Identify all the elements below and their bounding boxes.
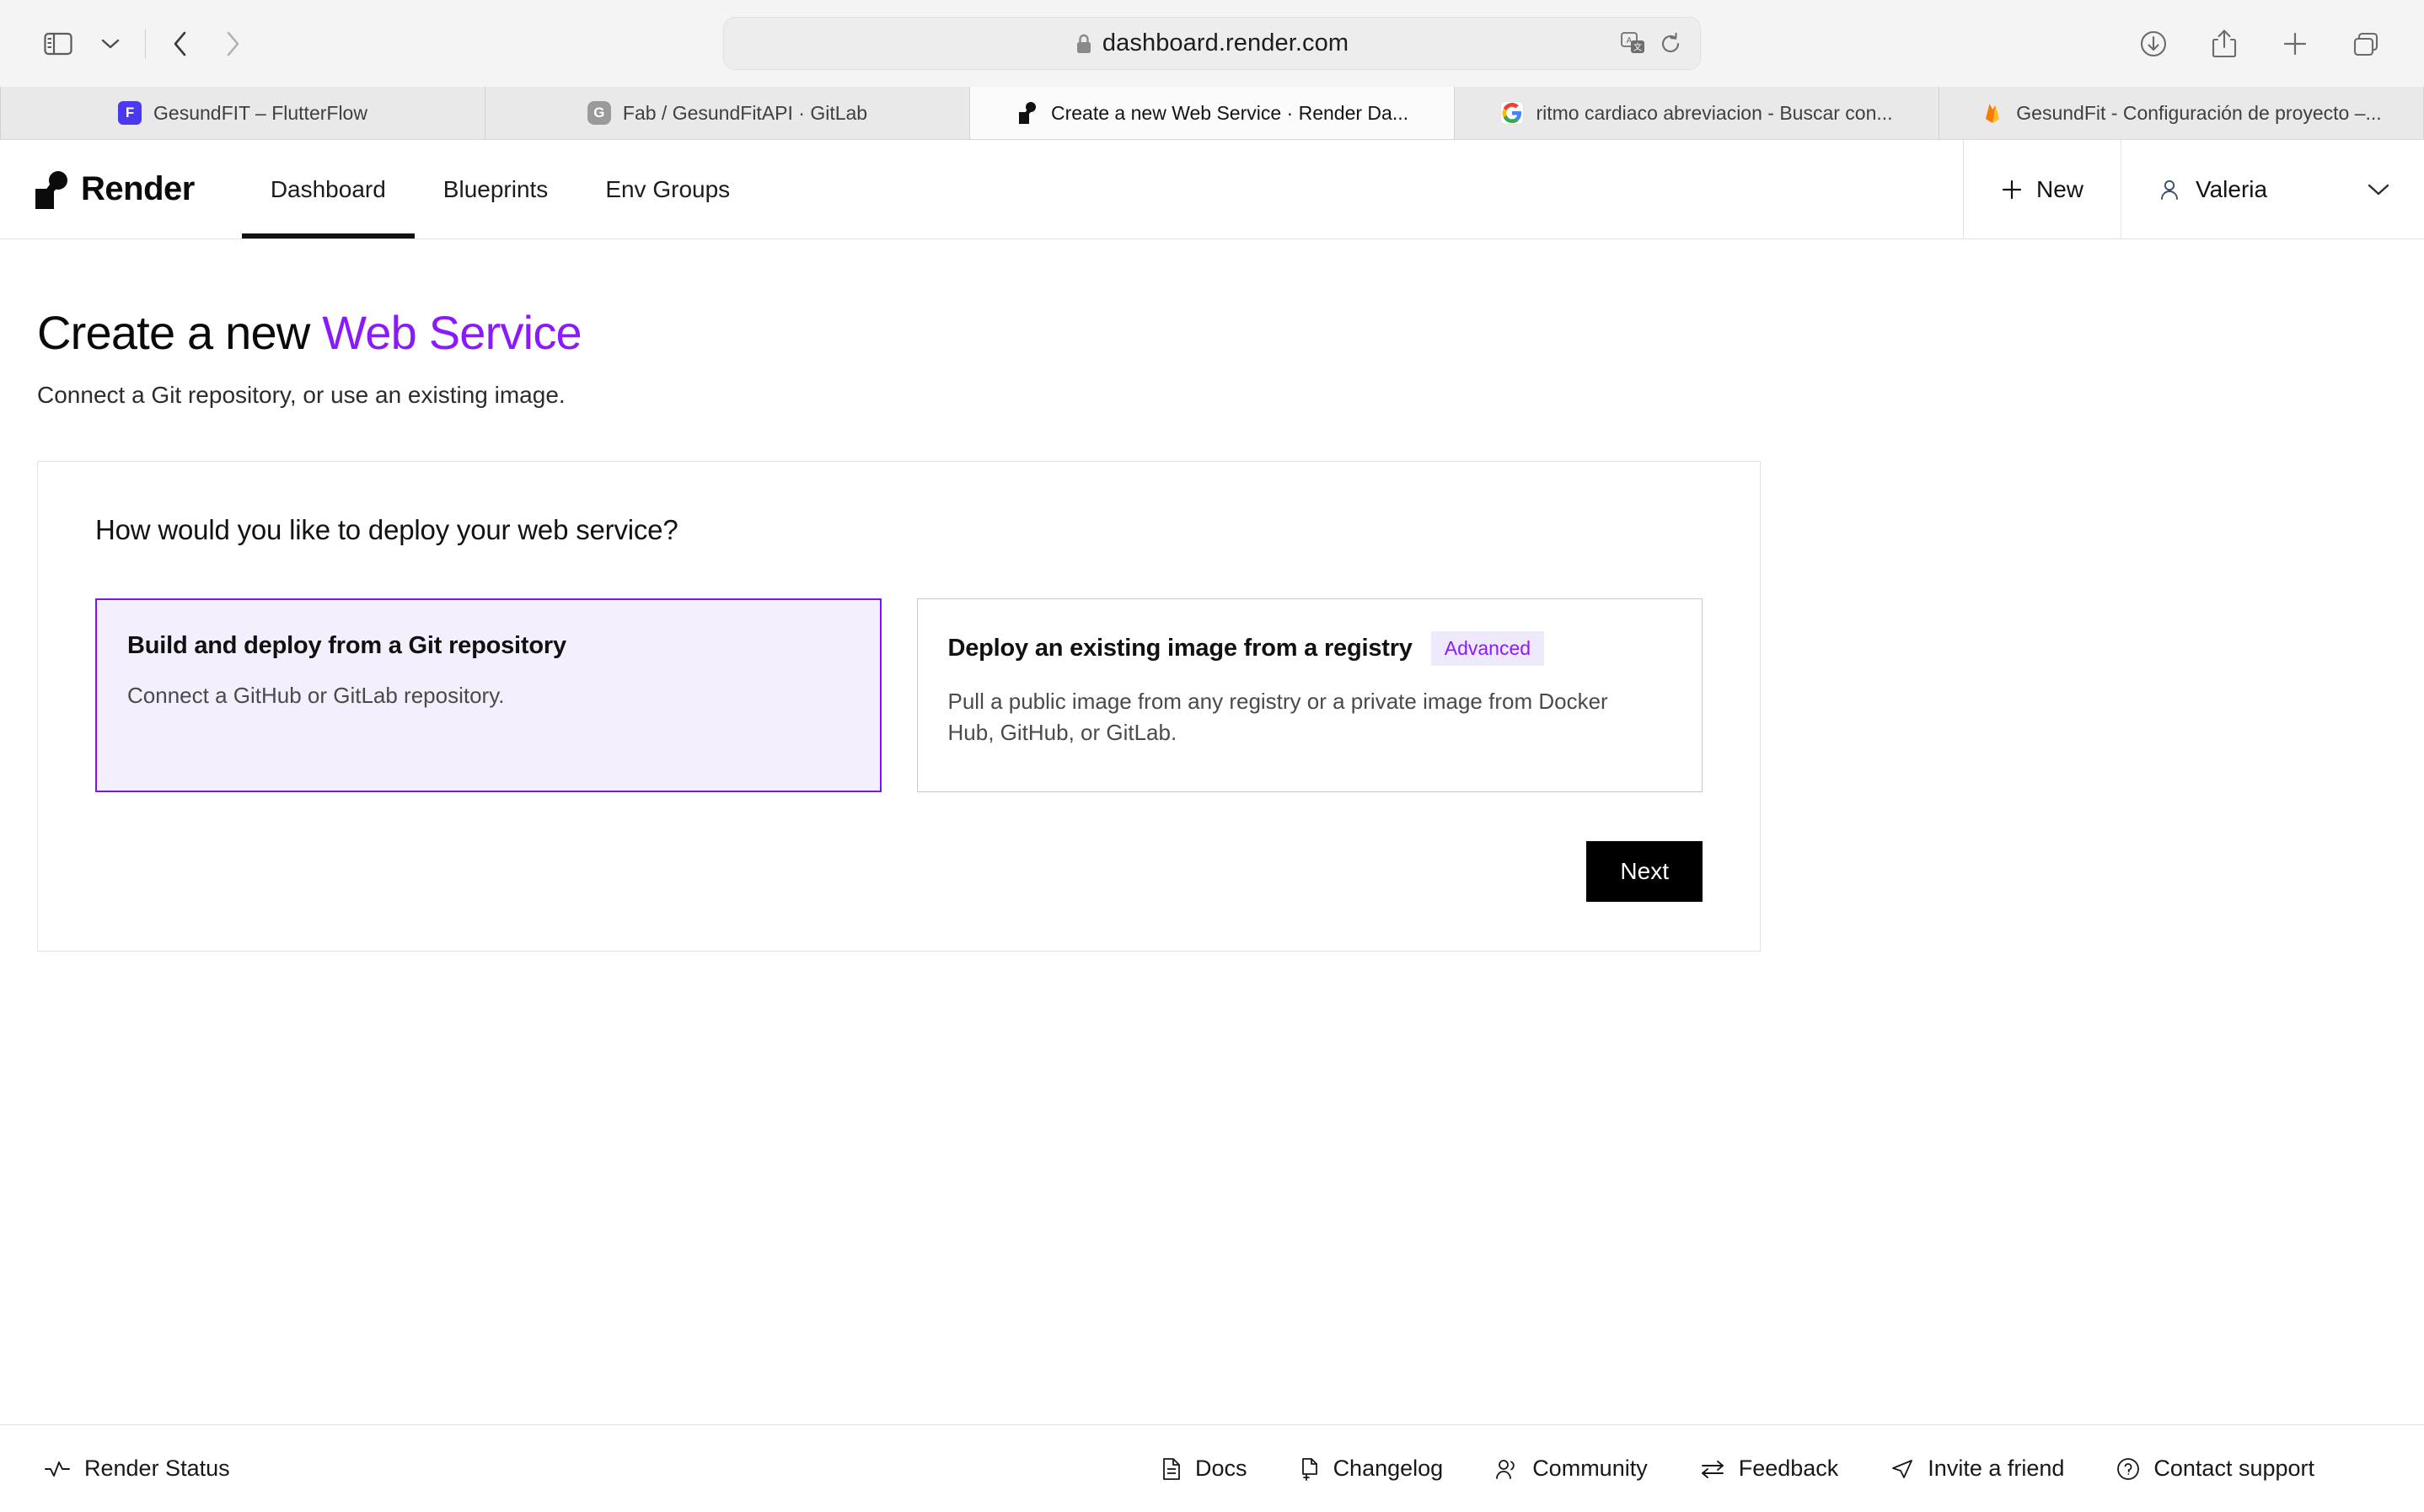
tab-title: GesundFit - Configuración de proyecto –.… [2016,101,2382,124]
panel-actions: Next [95,841,1703,902]
toolbar-left-controls [32,18,259,70]
firebase-icon [1981,101,2004,125]
footer-link-label: Contact support [2153,1456,2314,1481]
header-right: New Valeria [1962,140,2424,239]
translate-icon[interactable]: A 文 [1621,31,1646,56]
footer-link-label: Render Status [84,1456,230,1481]
browser-tab[interactable]: GesundFit - Configuración de proyecto –.… [1939,87,2424,139]
nav-item-label: Dashboard [270,175,386,202]
option-title: Deploy an existing image from a registry [947,635,1413,662]
address-bar-url: dashboard.render.com [1102,29,1349,56]
primary-nav: Dashboard Blueprints Env Groups [241,140,759,239]
option-git-repository[interactable]: Build and deploy from a Git repository C… [95,598,882,792]
tab-title: Create a new Web Service · Render Da... [1051,101,1408,124]
option-description: Connect a GitHub or GitLab repository. [127,683,505,708]
browser-tab[interactable]: ritmo cardiaco abreviacion - Buscar con.… [1455,87,1939,139]
footer-link-docs[interactable]: Docs [1161,1456,1247,1482]
footer-link-contact-support[interactable]: Contact support [2116,1456,2314,1482]
option-title-row: Deploy an existing image from a registry… [948,631,1672,666]
nav-item-label: Blueprints [442,175,549,202]
browser-tab-active[interactable]: Create a new Web Service · Render Da... [970,87,1455,139]
panel-question: How would you like to deploy your web se… [95,514,678,545]
advanced-badge: Advanced [1430,631,1545,666]
footer-link-label: Invite a friend [1928,1456,2065,1481]
browser-chrome: dashboard.render.com A 文 F GesundFIT – F… [0,0,2424,140]
send-icon [1890,1458,1914,1480]
brand-name: Render [81,170,195,207]
user-icon [2159,178,2180,201]
deploy-options-list: Build and deploy from a Git repository C… [95,598,1703,792]
tab-title: Fab / GesundFitAPI · GitLab [622,101,868,124]
nav-item-env-groups[interactable]: Env Groups [577,140,759,239]
page-content: Create a new Web Service Connect a Git r… [0,239,2424,1425]
toolbar-divider [145,28,146,59]
footer-link-community[interactable]: Community [1495,1456,1648,1482]
footer-render-status[interactable]: Render Status [44,1456,230,1482]
tab-group-icon[interactable] [2340,18,2392,70]
flutterflow-icon: F [118,101,142,125]
activity-icon [44,1458,71,1480]
users-icon [1495,1458,1519,1480]
question-circle-icon [2116,1457,2140,1481]
google-icon [1500,101,1525,125]
app-footer: Render Status Docs Changelog Community F… [0,1424,2424,1512]
option-description: Pull a public image from any registry or… [947,689,1608,745]
gitlab-icon: G [587,101,611,125]
browser-tab[interactable]: F GesundFIT – FlutterFlow [0,87,485,139]
new-button[interactable]: New [1962,140,2121,239]
forward-chevron-right-icon[interactable] [206,18,259,70]
page-title-lead: Create a new [37,306,310,359]
new-tab-plus-icon[interactable] [2269,18,2321,70]
back-chevron-left-icon[interactable] [154,18,206,70]
address-bar-right-icons: A 文 [1621,31,1681,56]
document-icon [1161,1457,1182,1481]
footer-link-label: Docs [1195,1456,1247,1481]
downloads-icon[interactable] [2127,18,2180,70]
deploy-options-panel: How would you like to deploy your web se… [37,461,1761,952]
address-bar[interactable]: dashboard.render.com A 文 [723,17,1701,70]
render-logo-icon [35,170,67,209]
new-button-label: New [2035,175,2083,202]
toolbar-right-controls [2127,18,2392,70]
tab-title: GesundFIT – FlutterFlow [153,101,367,124]
page-title: Create a new Web Service [37,305,2424,360]
plus-icon [2001,179,2023,201]
tab-title: ritmo cardiaco abreviacion - Buscar con.… [1536,101,1893,124]
footer-link-changelog[interactable]: Changelog [1300,1456,1444,1482]
page-subtitle: Connect a Git repository, or use an exis… [37,382,566,408]
lock-icon [1075,33,1092,55]
account-menu[interactable]: Valeria [2121,140,2424,239]
svg-text:文: 文 [1633,41,1642,52]
nav-item-label: Env Groups [605,175,731,202]
account-name: Valeria [2196,175,2268,202]
browser-tab[interactable]: G Fab / GesundFitAPI · GitLab [485,87,970,139]
share-icon[interactable] [2198,18,2250,70]
app-header: Render Dashboard Blueprints Env Groups N… [0,140,2424,239]
render-icon [1016,101,1039,125]
browser-tabstrip: F GesundFIT – FlutterFlow G Fab / Gesund… [0,87,2424,139]
brand-logo[interactable]: Render [0,140,242,239]
reload-icon[interactable] [1660,32,1681,56]
browser-toolbar: dashboard.render.com A 文 [0,0,2424,87]
page-title-accent: Web Service [322,306,582,359]
option-title-row: Build and deploy from a Git repository [127,632,850,660]
footer-link-label: Changelog [1333,1456,1444,1481]
footer-link-feedback[interactable]: Feedback [1700,1456,1839,1482]
chevron-down-icon[interactable] [2367,182,2390,197]
document-plus-icon [1300,1457,1320,1481]
next-button[interactable]: Next [1586,841,1703,902]
address-bar-container: dashboard.render.com A 文 [723,17,1701,70]
footer-links: Docs Changelog Community Feedback Invite… [1161,1456,2380,1482]
tab-overview-chevron-down-icon[interactable] [84,18,137,70]
nav-item-dashboard[interactable]: Dashboard [241,140,415,239]
option-title: Build and deploy from a Git repository [127,632,566,659]
option-existing-image[interactable]: Deploy an existing image from a registry… [916,598,1703,792]
exchange-arrows-icon [1700,1459,1725,1479]
footer-link-label: Feedback [1738,1456,1839,1481]
nav-item-blueprints[interactable]: Blueprints [415,140,577,239]
sidebar-toggle-icon[interactable] [32,18,84,70]
footer-link-invite-friend[interactable]: Invite a friend [1890,1456,2064,1482]
footer-link-label: Community [1532,1456,1648,1481]
